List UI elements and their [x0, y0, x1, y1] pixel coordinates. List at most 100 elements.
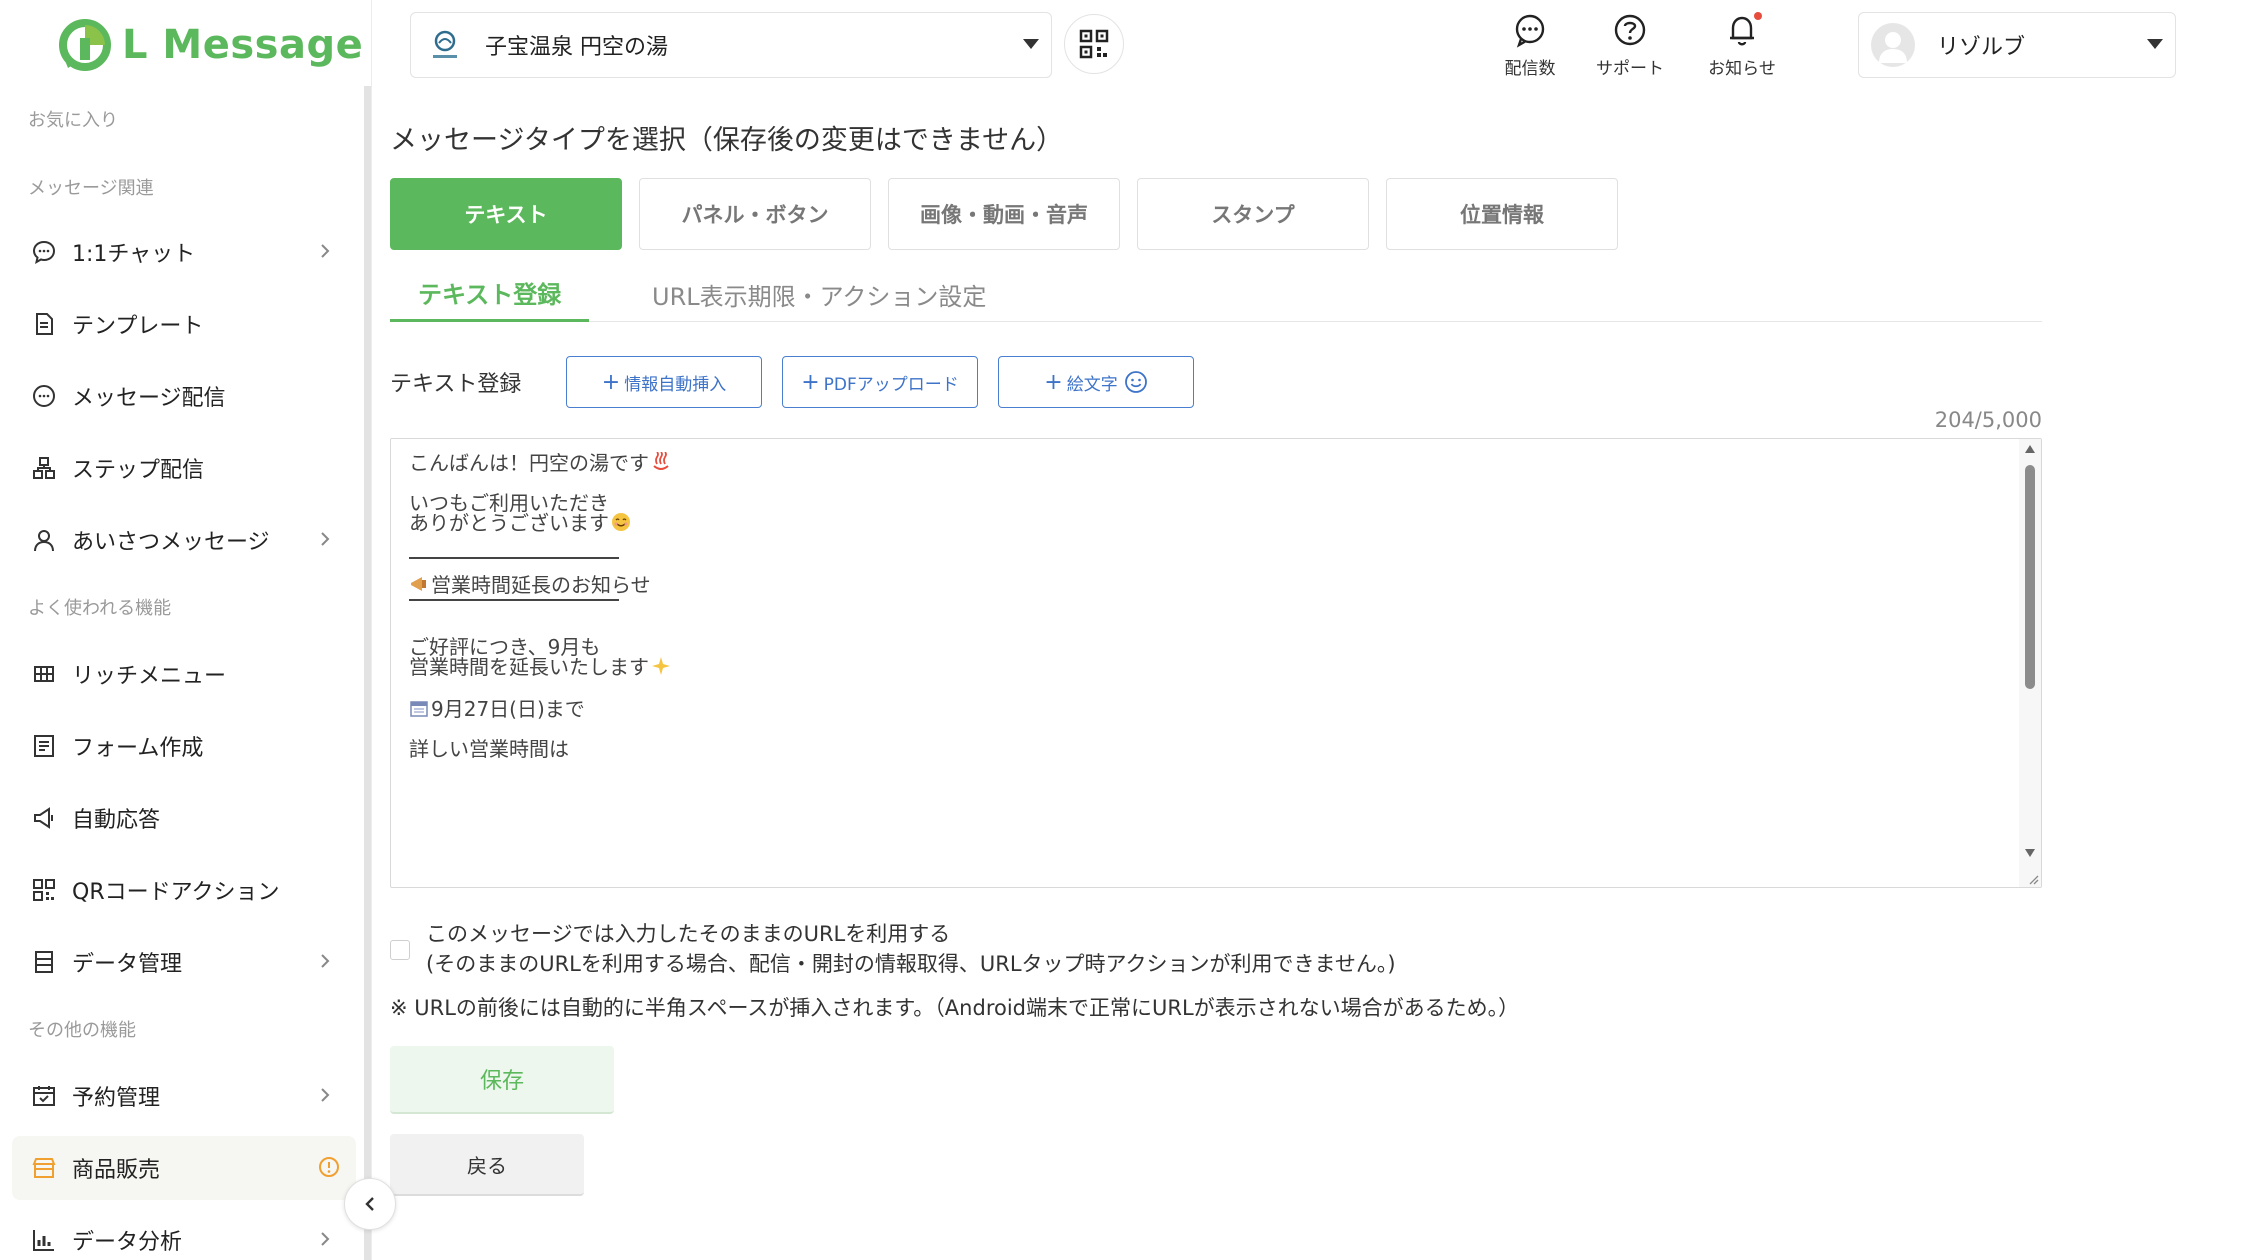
app-logo[interactable]: L Message — [58, 18, 363, 72]
user-name: リゾルブ — [1937, 35, 2026, 60]
back-button[interactable]: 戻る — [390, 1134, 584, 1196]
textarea-scrollbar-thumb[interactable] — [2025, 465, 2035, 689]
plus-icon: + — [801, 369, 820, 395]
avatar-icon — [1879, 32, 1907, 63]
bar-chart-icon — [30, 1226, 58, 1254]
sidebar-item-label: ステップ配信 — [72, 458, 205, 483]
tab-url-settings[interactable]: URL表示期限・アクション設定 — [652, 266, 986, 322]
chevron-right-icon — [321, 954, 330, 968]
store-icon — [30, 1154, 58, 1182]
logo-mark-icon — [59, 19, 111, 71]
qr-code-button[interactable] — [1064, 14, 1124, 74]
sidebar-item-rich-menu[interactable]: リッチメニュー — [12, 642, 356, 706]
sidebar-item-label: 自動応答 — [72, 808, 161, 833]
section-label-frequent: よく使われる機能 — [28, 598, 172, 619]
tab-bar: テキスト登録 URL表示期限・アクション設定 — [390, 266, 2042, 322]
text-line: 9月27日(日)まで — [409, 693, 585, 722]
sidebar-item-label: 予約管理 — [72, 1086, 161, 1111]
step-icon — [30, 454, 58, 482]
message-count-icon — [1515, 14, 1545, 48]
header-icon-label: お知らせ — [1708, 59, 1776, 79]
type-button-text[interactable]: テキスト — [390, 178, 622, 250]
sidebar-item-template[interactable]: テンプレート — [12, 292, 356, 356]
chat-icon — [30, 238, 58, 266]
chevron-right-icon — [321, 1232, 330, 1246]
button-label: PDFアップロード — [823, 374, 959, 395]
chevron-right-icon — [321, 1088, 330, 1102]
megaphone-emoji-icon — [411, 576, 426, 591]
sidebar-item-form[interactable]: フォーム作成 — [12, 714, 356, 778]
sidebar-item-label: メッセージ配信 — [72, 386, 226, 411]
support-button[interactable]: サポート — [1580, 12, 1680, 82]
account-name: 子宝温泉 円空の湯 — [485, 35, 668, 60]
raw-url-option-description: (そのままのURLを利用する場合、配信・開封の情報取得、URLタップ時アクション… — [426, 952, 1396, 976]
sidebar-item-data-management[interactable]: データ管理 — [12, 930, 356, 994]
sidebar-item-product-sales[interactable]: 商品販売 — [12, 1136, 356, 1200]
scroll-up-arrow-icon[interactable] — [2025, 445, 2035, 453]
type-button-media[interactable]: 画像・動画・音声 — [888, 178, 1120, 250]
sidebar-item-chat[interactable]: 1:1チャット — [12, 220, 356, 284]
hot-spring-icon — [653, 451, 669, 470]
account-selector[interactable]: 子宝温泉 円空の湯 — [410, 12, 1052, 78]
sidebar-scrollbar-thumb[interactable] — [364, 86, 371, 1260]
calendar-emoji-icon — [410, 700, 428, 717]
sidebar-item-reservation[interactable]: 予約管理 — [12, 1064, 356, 1128]
document-icon — [30, 310, 58, 338]
type-button-panel[interactable]: パネル・ボタン — [639, 178, 871, 250]
type-button-stamp[interactable]: スタンプ — [1137, 178, 1369, 250]
main-content: メッセージタイプを選択（保存後の変更はできません） テキスト パネル・ボタン 画… — [372, 88, 2268, 1260]
account-logo-icon — [433, 30, 457, 58]
user-icon — [30, 526, 58, 554]
chevron-right-icon — [321, 532, 330, 546]
field-label: テキスト登録 — [390, 372, 522, 397]
auto-insert-button[interactable]: + 情報自動挿入 — [566, 356, 762, 408]
help-icon — [1614, 14, 1646, 46]
section-label-favorites: お気に入り — [28, 110, 118, 131]
message-textarea[interactable]: こんばんは！円空の湯です いつもご利用いただき ありがとうございます 営業時間延… — [390, 438, 2042, 888]
info-alert-icon — [319, 1157, 339, 1177]
sidebar-item-greeting[interactable]: あいさつメッセージ — [12, 508, 356, 572]
resize-handle-icon[interactable] — [2027, 873, 2039, 885]
page-title: メッセージタイプを選択（保存後の変更はできません） — [390, 125, 1064, 156]
database-icon — [30, 948, 58, 976]
sidebar-item-step-delivery[interactable]: ステップ配信 — [12, 436, 356, 500]
user-menu[interactable]: リゾルブ — [1858, 12, 2176, 78]
text-line-content: 9月27日(日)まで — [431, 697, 585, 721]
calendar-icon — [30, 1082, 58, 1110]
notifications-button[interactable]: お知らせ — [1692, 12, 1792, 82]
pdf-upload-button[interactable]: + PDFアップロード — [782, 356, 978, 408]
sidebar-item-label: リッチメニュー — [72, 664, 227, 689]
sidebar-item-label: 商品販売 — [72, 1158, 161, 1183]
sidebar-item-label: QRコードアクション — [72, 880, 280, 905]
raw-url-option-label: このメッセージでは入力したそのままのURLを利用する — [426, 922, 951, 946]
megaphone-icon — [30, 804, 58, 832]
sidebar-item-qr-action[interactable]: QRコードアクション — [12, 858, 356, 922]
logo-text: L Message — [122, 22, 364, 68]
sidebar-item-label: あいさつメッセージ — [72, 530, 270, 555]
text-line-content: 詳しい営業時間は — [409, 737, 569, 761]
character-counter: 204/5,000 — [1934, 408, 2042, 432]
section-label-other: その他の機能 — [28, 1020, 136, 1041]
scroll-down-arrow-icon[interactable] — [2025, 849, 2035, 857]
delivery-count-button[interactable]: 配信数 — [1480, 12, 1580, 82]
sidebar-item-auto-reply[interactable]: 自動応答 — [12, 786, 356, 850]
text-line-content: ありがとうございます — [409, 511, 609, 535]
qr-icon — [1079, 29, 1109, 59]
sidebar-item-data-analysis[interactable]: データ分析 — [12, 1208, 356, 1260]
sidebar-item-message-delivery[interactable]: メッセージ配信 — [12, 364, 356, 428]
text-line-content: 営業時間延長のお知らせ — [431, 573, 651, 597]
form-icon — [30, 732, 58, 760]
button-label: 絵文字 — [1066, 374, 1118, 395]
sidebar-collapse-button[interactable] — [344, 1178, 396, 1230]
sidebar: L Message お気に入り メッセージ関連 1:1チャット テンプレート メ… — [0, 0, 372, 1260]
tab-text-register[interactable]: テキスト登録 — [390, 266, 590, 322]
type-button-location[interactable]: 位置情報 — [1386, 178, 1618, 250]
notification-dot — [1754, 12, 1762, 20]
save-button[interactable]: 保存 — [390, 1046, 614, 1114]
text-line: 詳しい営業時間は — [409, 733, 569, 762]
emoji-button[interactable]: + 絵文字 — [998, 356, 1194, 408]
raw-url-checkbox[interactable] — [390, 940, 410, 960]
header-icon-label: 配信数 — [1504, 59, 1556, 79]
sidebar-item-label: データ分析 — [72, 1230, 183, 1255]
text-line: 営業時間を延長いたします — [409, 651, 671, 680]
